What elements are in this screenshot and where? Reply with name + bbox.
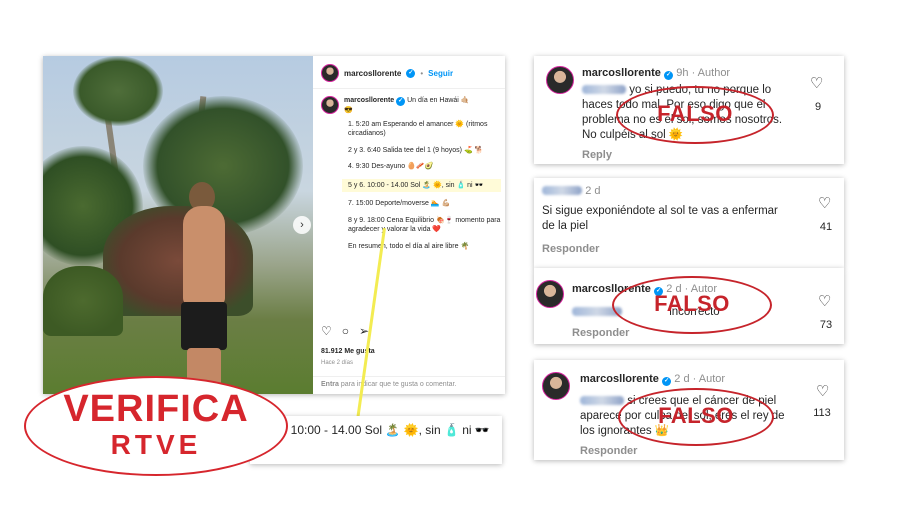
separator-dot: • <box>420 68 424 78</box>
comment-hint[interactable]: Entra para indicar que te gusta o coment… <box>313 376 505 394</box>
post-sidebar: marcosllorente ✓ • Seguir marcosllorente… <box>313 56 505 394</box>
divider <box>313 88 505 89</box>
blurred-mention <box>582 85 626 95</box>
logo-word: VERIFICA <box>63 388 249 430</box>
like-count: 113 <box>813 407 831 419</box>
falso-stamp: FALSO <box>612 276 772 334</box>
post-header: marcosllorente ✓ • Seguir <box>321 64 453 82</box>
comment-username[interactable]: marcosllorente <box>582 67 661 79</box>
caption-line-highlighted: 5 y 6. 10:00 - 14.00 Sol 🏝️ 🌞, sin 🧴 ni … <box>342 178 501 192</box>
avatar[interactable] <box>321 64 339 82</box>
post-caption: marcosllorente ✓ Un día en Hawái 🤙🏼 😎 1.… <box>321 96 501 258</box>
blurred-mention <box>580 396 624 406</box>
avatar[interactable] <box>542 372 570 400</box>
verified-icon: ✓ <box>662 377 672 386</box>
comment-card: marcosllorente ✓ 2 d · Autor si crees qu… <box>534 360 844 460</box>
comment-card: marcosllorente ✓ 2 d · Autor incorrecto … <box>534 268 844 344</box>
post-actions: ♡ ○ ➢ <box>321 324 369 338</box>
verified-icon: ✓ <box>664 71 674 80</box>
reply-button[interactable]: Responder <box>542 242 599 257</box>
like-count: 9 <box>814 101 822 113</box>
verified-icon: ✓ <box>406 68 416 78</box>
like-count: 41 <box>819 221 833 233</box>
caption-line: 4. 9:30 Des-ayuno 🥚🥓🥑 <box>348 163 434 170</box>
post-username[interactable]: marcosllorente <box>344 69 401 78</box>
comment-meta: 2 d · Autor <box>674 373 726 385</box>
heart-icon[interactable]: ♡ <box>818 196 831 211</box>
like-count: 73 <box>819 319 833 331</box>
caption-emoji: 😎 <box>344 107 353 114</box>
caption-line: 2 y 3. 6:40 Salida tee del 1 (9 hoyos) ⛳… <box>348 146 484 154</box>
comment-hint-rest: para indicar que te gusta o comentar. <box>338 381 457 388</box>
caption-username[interactable]: marcosllorente <box>344 97 394 104</box>
post-photo: › <box>43 56 313 394</box>
comment-card: marcosllorente ✓ 9h · Author yo si puedo… <box>534 56 844 164</box>
falso-stamp: FALSO <box>618 388 774 446</box>
caption-line: 1. 5:20 am Esperando el amancer 🌞 (ritmo… <box>348 120 488 138</box>
caption-line: En resumen, todo el día al aire libre 🌴 <box>348 242 470 250</box>
person-torso <box>183 206 225 306</box>
caption-line: 8 y 9. 18:00 Cena Equilibrio 🍖🍷 momento … <box>348 216 501 234</box>
caption-line: 7. 15:00 Deporte/moverse 🏊 💪🏼 <box>348 200 451 207</box>
heart-icon[interactable]: ♡ <box>818 294 831 309</box>
comment-card: 2 d Si sigue exponiéndote al sol te vas … <box>534 178 844 268</box>
comment-hint-strong[interactable]: Entra <box>321 381 339 388</box>
avatar[interactable] <box>536 280 564 308</box>
follow-button[interactable]: Seguir <box>428 69 453 78</box>
heart-icon[interactable]: ♡ <box>810 76 823 91</box>
heart-icon[interactable]: ♡ <box>816 384 829 399</box>
comment-meta: 9h · Author <box>676 67 731 79</box>
verifica-rtve-logo: VERIFICA RTVE <box>24 376 288 476</box>
carousel-next-icon[interactable]: › <box>293 216 311 234</box>
blurred-username <box>542 186 582 196</box>
zoom-text: 5 y 6. 10:00 - 14.00 Sol 🏝️ 🌞, sin 🧴 ni … <box>258 423 490 437</box>
avatar[interactable] <box>546 66 574 94</box>
falso-stamp: FALSO <box>616 86 774 144</box>
person-shorts <box>181 302 227 350</box>
verified-icon: ✓ <box>396 97 406 106</box>
caption-avatar[interactable] <box>321 96 339 114</box>
reply-button[interactable]: Responder <box>572 326 629 341</box>
comment-meta: 2 d <box>585 185 601 197</box>
comment-username[interactable]: marcosllorente <box>580 373 659 385</box>
post-date: Hace 2 días <box>321 360 354 366</box>
comment-icon[interactable]: ○ <box>342 324 349 338</box>
like-icon[interactable]: ♡ <box>321 324 332 338</box>
logo-brand: RTVE <box>110 429 202 460</box>
instagram-post: › marcosllorente ✓ • Seguir marcoslloren… <box>43 56 505 394</box>
caption-title: Un día en Hawái 🤙🏼 <box>407 97 470 104</box>
reply-button[interactable]: Reply <box>582 148 612 163</box>
reply-button[interactable]: Responder <box>580 444 637 459</box>
comment-text: Si sigue exponiéndote al sol te vas a en… <box>542 205 778 232</box>
